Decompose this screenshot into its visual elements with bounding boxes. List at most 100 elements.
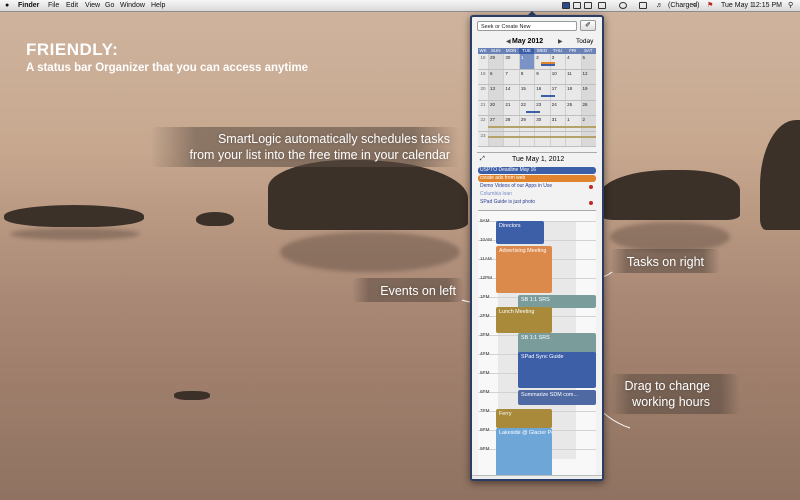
menu-help[interactable]: Help [151,0,165,11]
month-event-bar [541,95,555,97]
day-cell[interactable]: 6 [488,69,504,84]
calendar-event[interactable]: Advertising Meeting [496,245,552,294]
day-cell[interactable]: 25 [565,100,581,115]
day-cell[interactable]: 12 [580,69,596,84]
day-cell[interactable] [549,131,566,146]
menu-view[interactable]: View [85,0,100,11]
day-cell[interactable] [534,131,550,146]
drag-line-2: working hours [632,395,710,409]
week-row: 21 20 21 22 23 24 25 26 [478,100,596,116]
day-cell[interactable]: 26 [580,100,596,115]
pin-icon[interactable]: ● [580,479,584,481]
task-item[interactable]: create ads from web [478,175,596,182]
reflection-right [610,222,730,252]
event-label: SPad Sync Guide [521,354,564,361]
task-item[interactable]: SPad Guide is just photo [478,199,596,206]
day-cell[interactable]: 23 [534,100,550,115]
sync-icon[interactable]: ⟳ [490,479,495,481]
search-input[interactable]: Seek or Create New [477,21,577,31]
calendar-event[interactable]: SB 1:1 SRS [518,295,596,309]
menu-window[interactable]: Window [120,0,145,11]
week-number: 21 [478,100,488,115]
task-label: Demo Videos of our Apps in Use [480,183,553,189]
calendar-event[interactable]: Directors [496,221,544,244]
day-cell[interactable]: 30 [534,116,550,131]
day-cell[interactable]: 21 [503,100,519,115]
day-cell[interactable]: 16 [534,85,550,100]
day-cell[interactable]: 10 [549,69,566,84]
gear-icon[interactable]: ⚙▾ [477,479,485,481]
organizer-status-icon[interactable] [562,2,570,9]
day-cell[interactable]: 2 [580,116,596,131]
calendar-event[interactable]: Lunch Meeting [496,307,552,334]
event-label: SB 1:1 SRS [521,335,550,342]
day-cell[interactable]: 30 [503,54,519,69]
month-event-bar [541,62,555,64]
hour-label: 9PM [480,446,490,451]
timemachine-icon[interactable] [619,2,627,9]
app-icon[interactable] [584,2,592,9]
volume-icon[interactable]: ♬ [656,0,663,11]
day-cell[interactable]: 1 [565,116,581,131]
day-cell[interactable]: 28 [503,116,519,131]
day-cell[interactable]: 15 [518,85,535,100]
day-cell[interactable]: 17 [549,85,566,100]
day-cell[interactable] [565,131,581,146]
event-label: Directors [499,223,521,229]
calendar-event[interactable]: Ferry [496,409,552,429]
tag-button[interactable]: ✐ [580,20,596,31]
menu-go[interactable]: Go [105,0,114,11]
bluetooth-icon[interactable] [639,2,647,9]
calendar-event[interactable]: Lakeside @ Glacier Peak [496,428,552,479]
day-cell[interactable]: 29 [488,54,504,69]
day-cell[interactable]: 14 [503,85,519,100]
day-cell[interactable]: 9 [534,69,550,84]
day-cell[interactable] [518,131,535,146]
flag-icon[interactable]: ⚑ [707,0,713,11]
day-cell[interactable]: 31 [549,116,566,131]
chat-icon[interactable] [573,2,581,9]
calendar-event[interactable]: SPad Sync Guide [518,352,596,389]
day-cell[interactable] [580,131,596,146]
day-cell[interactable]: 22 [518,100,535,115]
wifi-icon[interactable]: ≈ [693,0,697,11]
day-cell[interactable]: 20 [488,100,504,115]
next-month-button[interactable]: ▶ [558,38,563,45]
smartlogic-line-2: from your list into the free time in you… [189,148,450,162]
headland-right [760,120,800,230]
task-item[interactable]: Columbia loan [478,191,596,198]
day-cell[interactable]: 29 [518,116,535,131]
day-cell[interactable]: 18 [565,85,581,100]
dropbox-icon[interactable] [598,2,606,9]
day-cell[interactable]: 4 [565,54,581,69]
apple-icon[interactable]: ● [5,0,9,11]
task-item[interactable]: Demo Videos of our Apps in Use [478,183,596,190]
day-cell[interactable]: 5 [580,54,596,69]
day-cell[interactable]: 8 [518,69,535,84]
menu-finder[interactable]: Finder [18,0,39,11]
day-cell[interactable]: 27 [488,116,504,131]
menu-file[interactable]: File [48,0,59,11]
month-event-bar [488,135,596,138]
spotlight-icon[interactable]: ⚲ [788,0,793,11]
calendar-event[interactable]: Summarize SDM com... [518,390,596,406]
day-cell[interactable]: 19 [580,85,596,100]
day-cell[interactable]: 11 [565,69,581,84]
week-number: 23 [478,131,488,146]
day-cell[interactable]: 7 [503,69,519,84]
drag-callout: Drag to change working hours [600,378,710,410]
today-button[interactable]: Today [576,38,593,45]
add-button[interactable]: + [590,479,598,481]
menubar-time[interactable]: 12:15 PM [752,0,782,11]
day-cell[interactable] [503,131,519,146]
day-cell[interactable] [488,131,504,146]
task-item[interactable]: USPTO Deadline May 16 [478,167,596,174]
day-cell[interactable]: 24 [549,100,566,115]
menu-edit[interactable]: Edit [66,0,78,11]
day-cell[interactable]: 1 [518,54,535,69]
menubar-date[interactable]: Tue May 1 [721,0,754,11]
day-cell[interactable]: 13 [488,85,504,100]
event-label: Lunch Meeting [499,309,535,316]
prev-month-button[interactable]: ◀ [506,38,511,45]
expand-icon[interactable]: ⤢ [480,156,485,163]
